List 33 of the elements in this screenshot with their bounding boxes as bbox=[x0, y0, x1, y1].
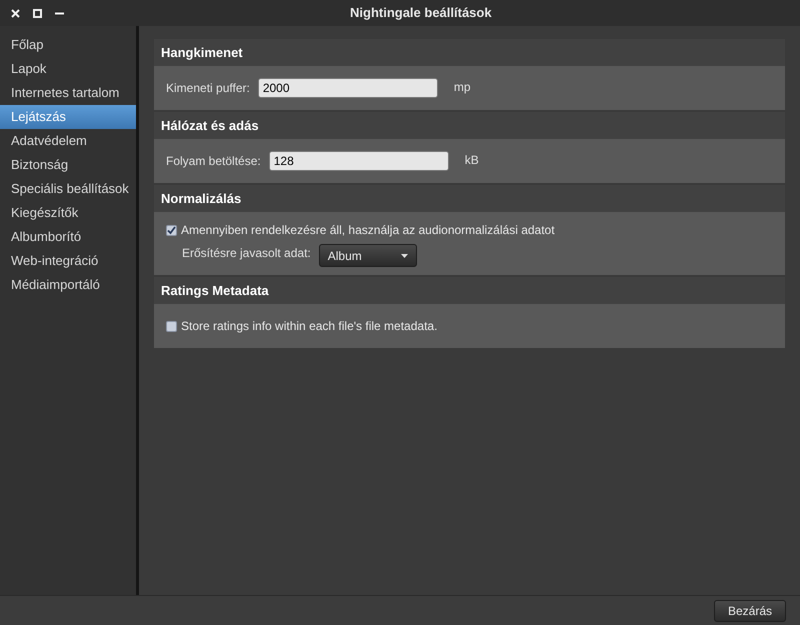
sidebar-item[interactable]: Főlap bbox=[0, 33, 136, 57]
unit-label: mp bbox=[454, 79, 470, 96]
close-button[interactable]: Bezárás bbox=[714, 600, 786, 622]
section-header: Normalizálás bbox=[154, 185, 785, 212]
dropdown[interactable]: Album bbox=[318, 244, 417, 267]
checkbox[interactable] bbox=[166, 320, 177, 332]
checkbox[interactable] bbox=[166, 224, 177, 236]
sidebar-item[interactable]: Web-integráció bbox=[0, 249, 136, 273]
input-field[interactable]: 2000 bbox=[258, 78, 438, 98]
sidebar-item[interactable]: Albumborító bbox=[0, 225, 136, 249]
checkbox-label: Amennyiben rendelkezésre áll, használja az audionormalizálási adatot bbox=[181, 222, 555, 239]
caret-icon bbox=[400, 254, 408, 258]
unit-label: kB bbox=[464, 152, 479, 169]
maximize-icon[interactable] bbox=[33, 8, 42, 18]
sidebar-item[interactable]: Speciális beállítások bbox=[0, 177, 136, 201]
select-label: Erősítésre javasolt adat: bbox=[182, 245, 311, 262]
field-label: Folyam betöltése: bbox=[166, 153, 261, 170]
section-header: Hálózat és adás bbox=[154, 112, 785, 139]
input-field[interactable]: 128 bbox=[268, 151, 449, 171]
window-title: Nightingale beállítások bbox=[350, 4, 492, 22]
field-label: Kimeneti puffer: bbox=[166, 80, 250, 97]
sidebar-item[interactable]: Internetes tartalom bbox=[0, 81, 136, 105]
section-header: Ratings Metadata bbox=[154, 277, 785, 304]
sidebar-item[interactable]: Biztonság bbox=[0, 153, 136, 177]
close-icon[interactable] bbox=[11, 8, 20, 18]
section-header: Hangkimenet bbox=[154, 39, 785, 66]
checkbox-label: Store ratings info within each file's file metadata. bbox=[181, 318, 438, 335]
sidebar-item[interactable]: Lejátszás bbox=[0, 105, 136, 129]
sidebar-item[interactable]: Médiaimportáló bbox=[0, 273, 136, 297]
check-icon bbox=[167, 226, 176, 234]
sidebar-item[interactable]: Lapok bbox=[0, 57, 136, 81]
sidebar-item[interactable]: Kiegészítők bbox=[0, 201, 136, 225]
sidebar-item[interactable]: Adatvédelem bbox=[0, 129, 136, 153]
